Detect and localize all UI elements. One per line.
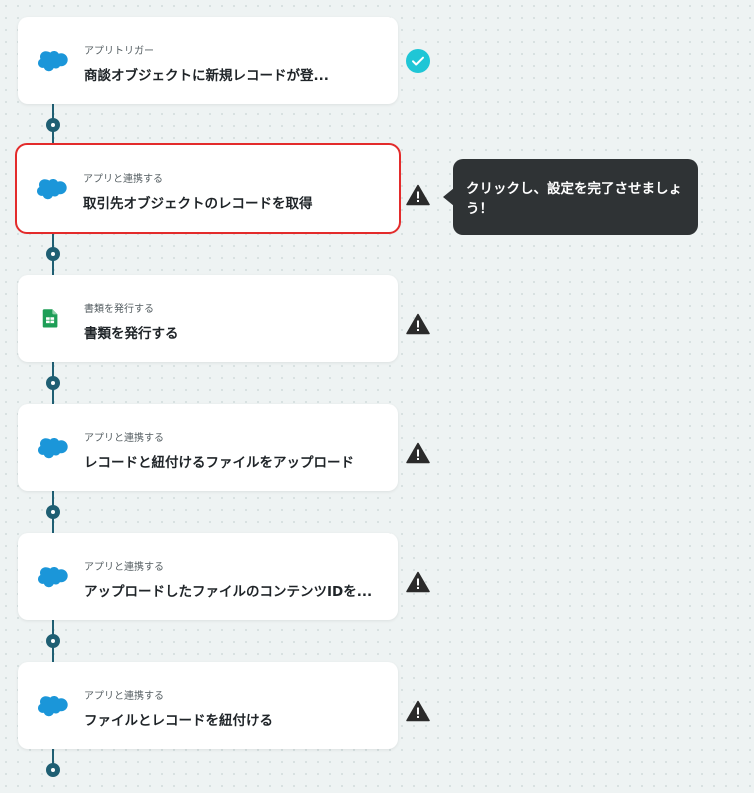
add-step-button[interactable]: [46, 763, 60, 777]
step-subtitle: アプリと連携する: [83, 174, 163, 185]
warning-icon: [406, 184, 430, 206]
step-card-upload-file[interactable]: アプリと連携する レコードと紐付けるファイルをアップロード: [18, 404, 398, 491]
step-title: アップロードしたファイルのコンテンツIDを...: [84, 584, 373, 600]
check-icon: [406, 49, 430, 73]
step-title: 取引先オブジェクトのレコードを取得: [83, 196, 313, 212]
salesforce-cloud-icon: [37, 179, 67, 200]
add-step-button[interactable]: [46, 118, 60, 132]
salesforce-cloud-icon: [38, 438, 68, 459]
warning-icon: [406, 571, 430, 593]
step-subtitle: アプリと連携する: [84, 562, 164, 573]
step-title: ファイルとレコードを紐付ける: [84, 713, 273, 729]
salesforce-cloud-icon: [38, 51, 68, 72]
step-title: レコードと紐付けるファイルをアップロード: [84, 455, 354, 471]
step-card-get-account-record[interactable]: アプリと連携する 取引先オブジェクトのレコードを取得: [15, 143, 401, 234]
step-title: 書類を発行する: [84, 326, 179, 342]
step-card-trigger[interactable]: アプリトリガー 商談オブジェクトに新規レコードが登...: [18, 17, 398, 104]
step-card-issue-document[interactable]: 書類を発行する 書類を発行する: [18, 275, 398, 362]
warning-icon: [406, 442, 430, 464]
warning-icon: [406, 313, 430, 335]
step-subtitle: 書類を発行する: [84, 304, 154, 315]
add-step-button[interactable]: [46, 247, 60, 261]
add-step-button[interactable]: [46, 376, 60, 390]
step-subtitle: アプリと連携する: [84, 433, 164, 444]
workflow-canvas: アプリトリガー 商談オブジェクトに新規レコードが登... アプリと連携する 取引…: [0, 0, 754, 793]
step-subtitle: アプリトリガー: [84, 46, 154, 57]
salesforce-cloud-icon: [38, 696, 68, 717]
warning-icon: [406, 700, 430, 722]
step-card-link-file-record[interactable]: アプリと連携する ファイルとレコードを紐付ける: [18, 662, 398, 749]
step-title: 商談オブジェクトに新規レコードが登...: [84, 68, 329, 84]
add-step-button[interactable]: [46, 505, 60, 519]
hint-tooltip: クリックし、設定を完了させましょう！: [443, 159, 698, 235]
salesforce-cloud-icon: [38, 567, 68, 588]
google-sheets-icon: [42, 309, 58, 328]
add-step-button[interactable]: [46, 634, 60, 648]
step-subtitle: アプリと連携する: [84, 691, 164, 702]
step-card-get-content-id[interactable]: アプリと連携する アップロードしたファイルのコンテンツIDを...: [18, 533, 398, 620]
tooltip-text: クリックし、設定を完了させましょう！: [466, 181, 682, 217]
